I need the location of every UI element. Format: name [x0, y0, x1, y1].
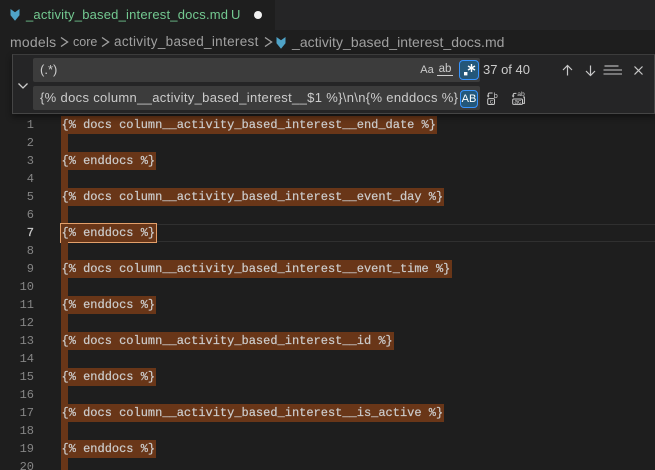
svg-text:b: b [494, 91, 498, 100]
svg-text:ac: ac [514, 99, 522, 106]
svg-text:ab: ab [517, 91, 525, 98]
svg-text:c: c [490, 99, 494, 106]
